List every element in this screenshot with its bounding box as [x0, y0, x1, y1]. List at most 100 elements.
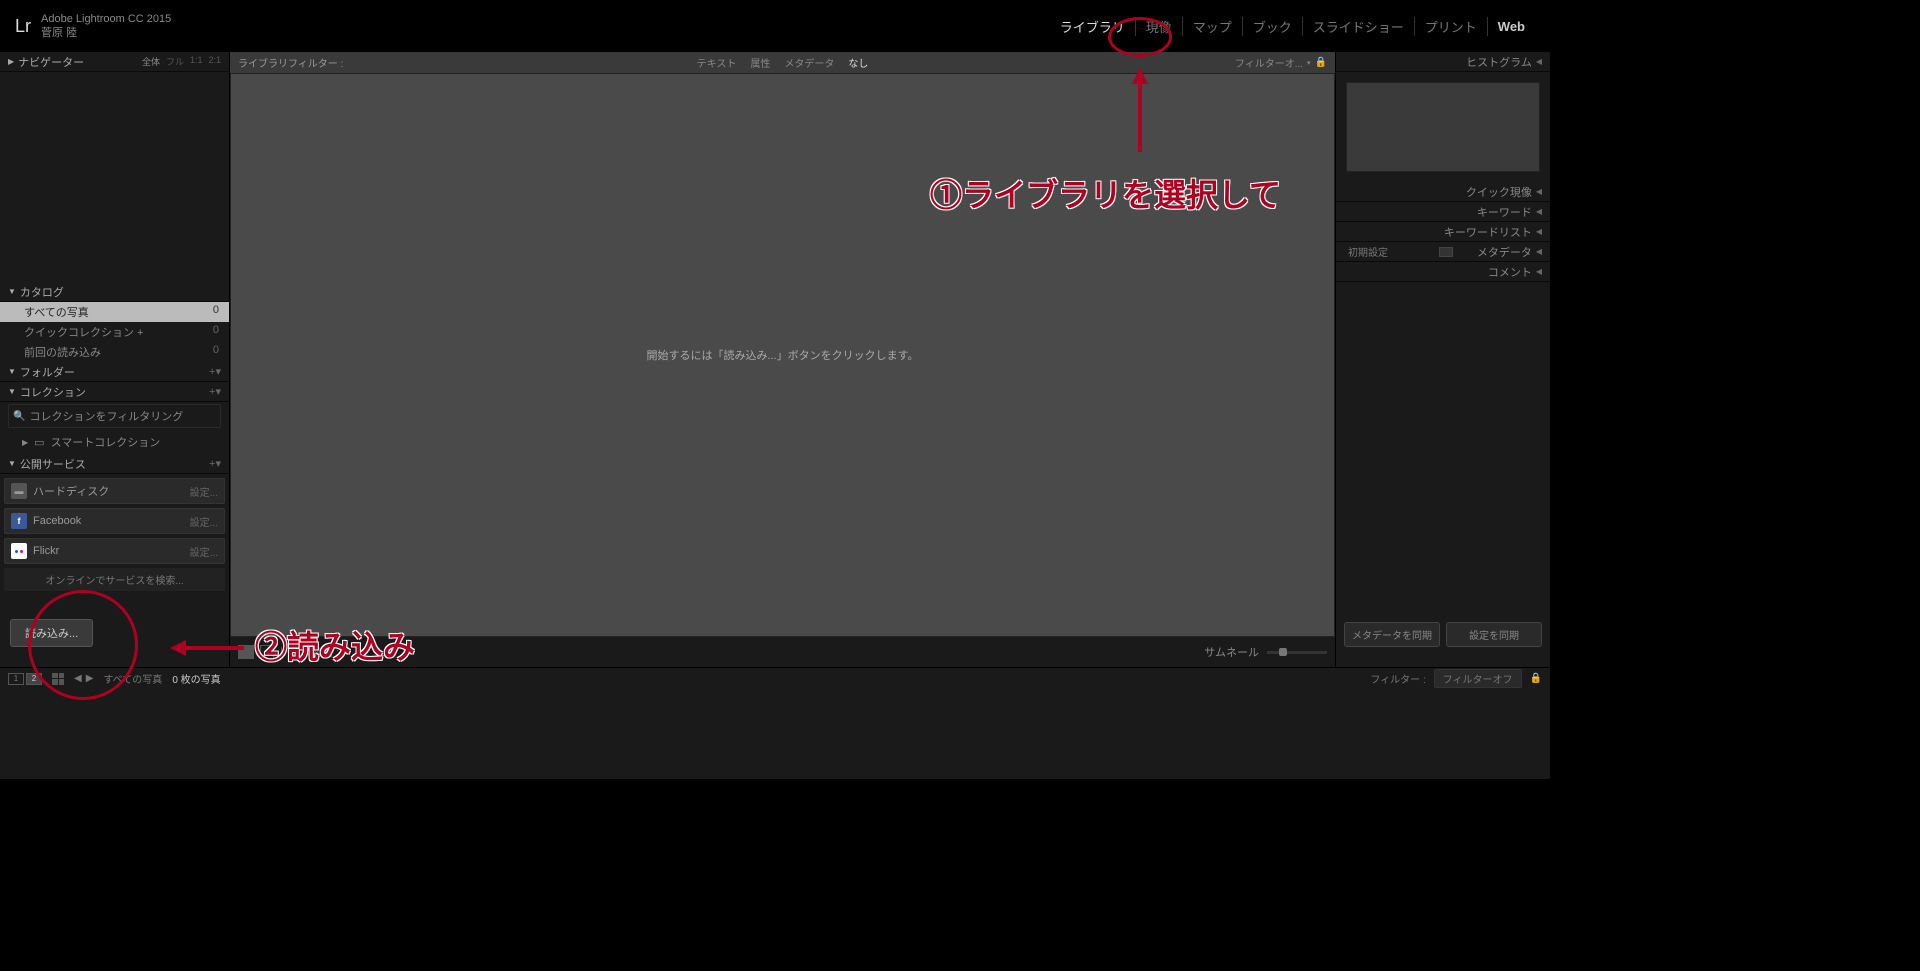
- publish-find-online[interactable]: オンラインでサービスを検索...: [4, 568, 225, 591]
- facebook-icon: f: [11, 513, 27, 529]
- navigator-title: ナビゲーター: [18, 54, 84, 70]
- metadata-header[interactable]: 初期設定 メタデータ ◀: [1336, 242, 1550, 262]
- sync-metadata-button[interactable]: メタデータを同期: [1344, 622, 1440, 647]
- screen-2-toggle[interactable]: 2: [26, 673, 42, 685]
- grid-mode-icon[interactable]: [52, 673, 64, 685]
- module-map[interactable]: マップ: [1183, 17, 1243, 36]
- import-button[interactable]: 読み込み...: [10, 619, 93, 647]
- triangle-icon: ▼: [8, 459, 16, 468]
- screen-1-toggle[interactable]: 1: [8, 673, 24, 685]
- triangle-icon: ◀: [1536, 247, 1542, 256]
- module-library[interactable]: ライブラリ: [1050, 17, 1136, 36]
- filmstrip-header: 1 2 ◀ ▶ すべての写真 0 枚の写真 フィルター : フィルターオフ 🔒: [0, 667, 1550, 689]
- metadata-preset[interactable]: 初期設定: [1348, 244, 1388, 259]
- histogram-display: [1346, 82, 1540, 172]
- nav-forward-icon[interactable]: ▶: [86, 673, 94, 684]
- chevron-down-icon[interactable]: ▾: [345, 648, 349, 656]
- filter-tab-text[interactable]: テキスト: [697, 55, 737, 70]
- flickr-icon: [11, 543, 27, 559]
- catalog-item-label: クイックコレクション +: [24, 324, 143, 340]
- triangle-icon: ▼: [8, 287, 16, 296]
- add-folder-icon[interactable]: +▾: [209, 365, 221, 378]
- histogram-header[interactable]: ヒストグラム ◀: [1336, 52, 1550, 72]
- filter-tab-attribute[interactable]: 属性: [750, 55, 770, 70]
- publish-setup[interactable]: 設定...: [190, 544, 218, 559]
- module-book[interactable]: ブック: [1243, 17, 1303, 36]
- ratio-2-1[interactable]: 2:1: [208, 55, 221, 68]
- keyword-list-header[interactable]: キーワードリスト ◀: [1336, 222, 1550, 242]
- triangle-icon: ◀: [1536, 207, 1542, 216]
- user-name: 菅原 陸: [41, 26, 171, 40]
- chevron-down-icon[interactable]: ▾: [1307, 59, 1311, 67]
- keywords-header[interactable]: キーワード ◀: [1336, 202, 1550, 222]
- preset-dropdown-icon[interactable]: [1439, 247, 1453, 257]
- triangle-icon: ▶: [8, 57, 14, 66]
- publish-flickr[interactable]: Flickr 設定...: [4, 538, 225, 564]
- ratio-1-1[interactable]: 1:1: [190, 55, 203, 68]
- publish-header[interactable]: ▼ 公開サービス +▾: [0, 454, 229, 474]
- smart-collection-row[interactable]: ▶ ▭ スマートコレクション: [8, 432, 221, 452]
- publish-label: Flickr: [33, 545, 190, 557]
- grid-view: 開始するには「読み込み...」ボタンをクリックします。: [230, 73, 1335, 637]
- ratio-fit[interactable]: 全体: [142, 55, 160, 68]
- thumbnail-size-slider[interactable]: [1267, 651, 1327, 654]
- thumbnail-size-label: サムネール: [1204, 644, 1259, 660]
- module-slideshow[interactable]: スライドショー: [1303, 17, 1415, 36]
- add-collection-icon[interactable]: +▾: [209, 385, 221, 398]
- keywords-title: キーワード: [1477, 204, 1532, 220]
- catalog-item-count: 0: [213, 304, 219, 320]
- lock-icon[interactable]: 🔒: [1315, 57, 1327, 68]
- catalog-all-photos[interactable]: すべての写真 0: [0, 302, 229, 322]
- navigator-header[interactable]: ▶ ナビゲーター 全体 フル 1:1 2:1: [0, 52, 229, 72]
- module-print[interactable]: プリント: [1415, 17, 1488, 36]
- app-title: Adobe Lightroom CC 2015: [41, 12, 171, 26]
- publish-setup[interactable]: 設定...: [190, 514, 218, 529]
- histogram-title: ヒストグラム: [1466, 54, 1532, 70]
- triangle-icon: ◀: [1536, 57, 1542, 66]
- nav-back-icon[interactable]: ◀: [74, 673, 82, 684]
- triangle-icon: ◀: [1536, 267, 1542, 276]
- quick-develop-header[interactable]: クイック現像 ◀: [1336, 182, 1550, 202]
- grid-toolbar: | 並べ替え : ▾ サムネール: [230, 637, 1335, 667]
- filter-dropdown[interactable]: フィルターオフ: [1434, 669, 1522, 688]
- catalog-previous-import[interactable]: 前回の読み込み 0: [0, 342, 229, 362]
- publish-label: Facebook: [33, 515, 190, 527]
- sync-settings-button[interactable]: 設定を同期: [1446, 622, 1542, 647]
- add-publish-icon[interactable]: +▾: [209, 457, 221, 470]
- loupe-view-icon[interactable]: [260, 645, 274, 659]
- publish-setup[interactable]: 設定...: [190, 484, 218, 499]
- ratio-fill[interactable]: フル: [166, 55, 184, 68]
- comment-header[interactable]: コメント ◀: [1336, 262, 1550, 282]
- module-web[interactable]: Web: [1488, 19, 1535, 34]
- catalog-title: カタログ: [20, 284, 64, 300]
- filter-bar-label: ライブラリフィルター :: [238, 55, 343, 70]
- triangle-icon: ◀: [1536, 227, 1542, 236]
- publish-title: 公開サービス: [20, 456, 86, 472]
- catalog-quick-collection[interactable]: クイックコレクション + 0: [0, 322, 229, 342]
- folders-header[interactable]: ▼ フォルダー +▾: [0, 362, 229, 382]
- catalog-item-count: 0: [213, 324, 219, 340]
- catalog-header[interactable]: ▼ カタログ: [0, 282, 229, 302]
- filter-off-dropdown[interactable]: フィルターオ...: [1235, 55, 1303, 70]
- collections-header[interactable]: ▼ コレクション +▾: [0, 382, 229, 402]
- center-panel: ライブラリフィルター : テキスト 属性 メタデータ なし フィルターオ... …: [230, 52, 1335, 667]
- smart-collection-label: スマートコレクション: [51, 434, 161, 450]
- publish-harddisk[interactable]: ▬ ハードディスク 設定...: [4, 478, 225, 504]
- quick-develop-title: クイック現像: [1466, 184, 1532, 200]
- harddisk-icon: ▬: [11, 483, 27, 499]
- filmstrip: [0, 689, 1550, 779]
- lock-icon[interactable]: 🔒: [1530, 673, 1542, 684]
- filter-tab-metadata[interactable]: メタデータ: [784, 55, 834, 70]
- triangle-icon: ▼: [8, 367, 16, 376]
- library-filter-bar: ライブラリフィルター : テキスト 属性 メタデータ なし フィルターオ... …: [230, 52, 1335, 73]
- grid-view-icon[interactable]: [238, 645, 254, 659]
- filter-tab-none[interactable]: なし: [848, 55, 868, 70]
- module-develop[interactable]: 現像: [1136, 17, 1183, 36]
- collection-filter-input[interactable]: 🔍 コレクションをフィルタリング: [8, 404, 221, 428]
- filter-label: フィルター :: [1370, 671, 1425, 686]
- right-panel: ヒストグラム ◀ クイック現像 ◀ キーワード ◀ キーワードリスト ◀ 初期設…: [1335, 52, 1550, 667]
- metadata-title: メタデータ: [1477, 244, 1532, 260]
- collections-title: コレクション: [20, 384, 86, 400]
- source-label[interactable]: すべての写真: [103, 671, 162, 686]
- publish-facebook[interactable]: f Facebook 設定...: [4, 508, 225, 534]
